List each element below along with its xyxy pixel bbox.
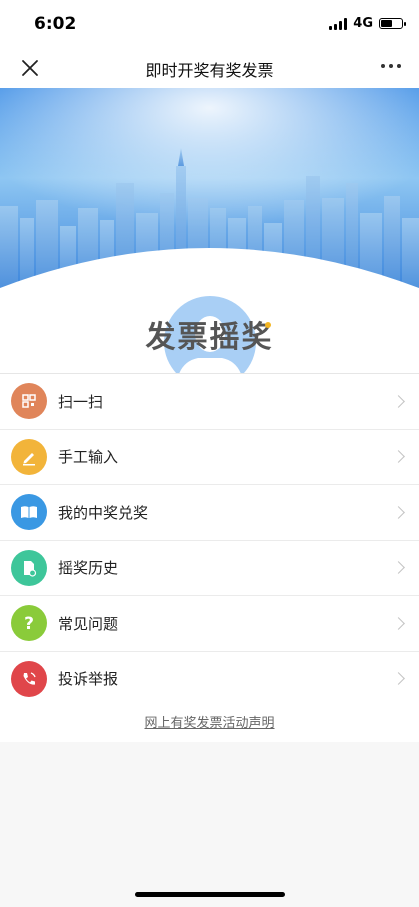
menu-item-label: 投诉举报 xyxy=(58,670,119,689)
chevron-right-icon xyxy=(392,672,405,686)
more-dots-icon xyxy=(381,64,385,68)
chevron-right-icon xyxy=(392,616,405,630)
menu-item-manual-input[interactable]: 手工输入 xyxy=(0,428,419,485)
statement-link[interactable]: 网上有奖发票活动声明 xyxy=(0,712,419,731)
document-icon xyxy=(11,549,47,586)
menu-item-label: 扫一扫 xyxy=(58,392,104,411)
status-time: 6:02 xyxy=(34,14,77,34)
status-indicators: 4G xyxy=(329,16,406,31)
network-type: 4G xyxy=(353,16,373,31)
phone-icon xyxy=(11,660,47,697)
brand-title-dot xyxy=(265,322,271,328)
menu-item-label: 我的中奖兑奖 xyxy=(58,503,149,522)
menu-item-complaint[interactable]: 投诉举报 xyxy=(0,650,419,707)
pencil-icon xyxy=(11,438,47,475)
page-title: 即时开奖有奖发票 xyxy=(145,61,274,80)
question-icon: ? xyxy=(11,605,47,642)
status-bar: 6:02 4G xyxy=(0,0,419,48)
menu-item-label: 摇奖历史 xyxy=(58,559,119,578)
chevron-right-icon xyxy=(392,561,405,575)
chevron-right-icon xyxy=(392,505,405,519)
chevron-right-icon xyxy=(392,450,405,464)
brand-title: 发票摇奖 xyxy=(145,320,274,355)
battery-icon xyxy=(379,18,406,29)
signal-icon xyxy=(329,17,348,30)
footer: 网上有奖发票活动声明 xyxy=(0,702,419,742)
menu-item-label: 手工输入 xyxy=(58,448,119,467)
menu-list: 扫一扫 手工输入 我的中奖兑奖 摇奖历史 ? 常见问题 投诉举报 xyxy=(0,373,419,707)
menu-item-my-prizes[interactable]: 我的中奖兑奖 xyxy=(0,484,419,540)
chevron-right-icon xyxy=(392,394,405,408)
more-button[interactable] xyxy=(381,64,401,68)
book-icon xyxy=(11,494,47,531)
menu-item-label: 常见问题 xyxy=(58,614,119,633)
menu-item-scan[interactable]: 扫一扫 xyxy=(0,374,419,429)
menu-item-faq[interactable]: ? 常见问题 xyxy=(0,595,419,651)
svg-text:?: ? xyxy=(24,614,34,633)
menu-item-history[interactable]: 摇奖历史 xyxy=(0,539,419,596)
home-indicator[interactable] xyxy=(135,892,285,897)
qr-scan-icon xyxy=(11,383,47,420)
nav-bar: 即时开奖有奖发票 xyxy=(0,48,419,88)
